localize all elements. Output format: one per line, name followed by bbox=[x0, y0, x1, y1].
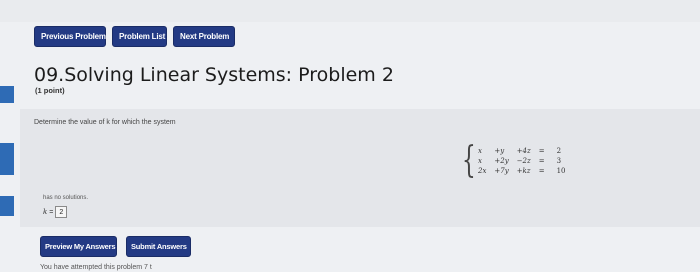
equation-row: x +2y −2z = 3 bbox=[474, 156, 570, 166]
answer-row: k = bbox=[43, 206, 68, 218]
previous-problem-button[interactable]: Previous Problem bbox=[34, 26, 106, 47]
equation-term: +kz bbox=[516, 167, 531, 175]
problem-prompt: Determine the value of k for which the s… bbox=[34, 119, 176, 126]
equation-term: +4z bbox=[516, 147, 531, 155]
problem-nav: Previous Problem Problem List Next Probl… bbox=[34, 26, 235, 47]
equation-rhs: 10 bbox=[556, 167, 566, 175]
no-solutions-text: has no solutions. bbox=[43, 195, 89, 201]
sidebar-tab[interactable] bbox=[0, 196, 14, 216]
equation-term: x bbox=[478, 147, 482, 155]
sidebar-tab[interactable] bbox=[0, 143, 14, 175]
equation-rhs: 3 bbox=[556, 157, 562, 165]
equation-term: −2z bbox=[516, 157, 531, 165]
equation-rhs: 2 bbox=[556, 147, 562, 155]
equation-row: 2x +7y +kz = 10 bbox=[474, 166, 570, 176]
submit-answers-button[interactable]: Submit Answers bbox=[126, 236, 191, 257]
points-label: (1 point) bbox=[35, 86, 65, 95]
problem-list-button[interactable]: Problem List bbox=[112, 26, 167, 47]
page-title: 09.Solving Linear Systems: Problem 2 bbox=[34, 64, 394, 86]
answer-equals-sign: = bbox=[49, 208, 54, 216]
answer-input[interactable] bbox=[55, 206, 68, 218]
equation-term: +2y bbox=[494, 157, 509, 165]
top-strip bbox=[0, 0, 700, 22]
problem-body: Determine the value of k for which the s… bbox=[20, 109, 700, 227]
equation-table: x +y +4z = 2 x +2y −2z = 3 2x +7y +kz = … bbox=[474, 146, 570, 176]
equation-term: x bbox=[478, 157, 482, 165]
equation-term: +y bbox=[494, 147, 505, 155]
equation-term: 2x bbox=[478, 167, 487, 175]
next-problem-button[interactable]: Next Problem bbox=[173, 26, 235, 47]
sidebar-tab[interactable] bbox=[0, 86, 14, 103]
attempts-text: You have attempted this problem 7 t bbox=[40, 264, 152, 271]
equation-term: +7y bbox=[494, 167, 509, 175]
answer-actions: Preview My Answers Submit Answers bbox=[40, 236, 191, 257]
equation-equals: = bbox=[538, 157, 545, 165]
equation-equals: = bbox=[538, 147, 545, 155]
equation-row: x +y +4z = 2 bbox=[474, 146, 570, 156]
equation-equals: = bbox=[538, 167, 545, 175]
preview-answers-button[interactable]: Preview My Answers bbox=[40, 236, 117, 257]
answer-variable-label: k bbox=[43, 208, 48, 216]
